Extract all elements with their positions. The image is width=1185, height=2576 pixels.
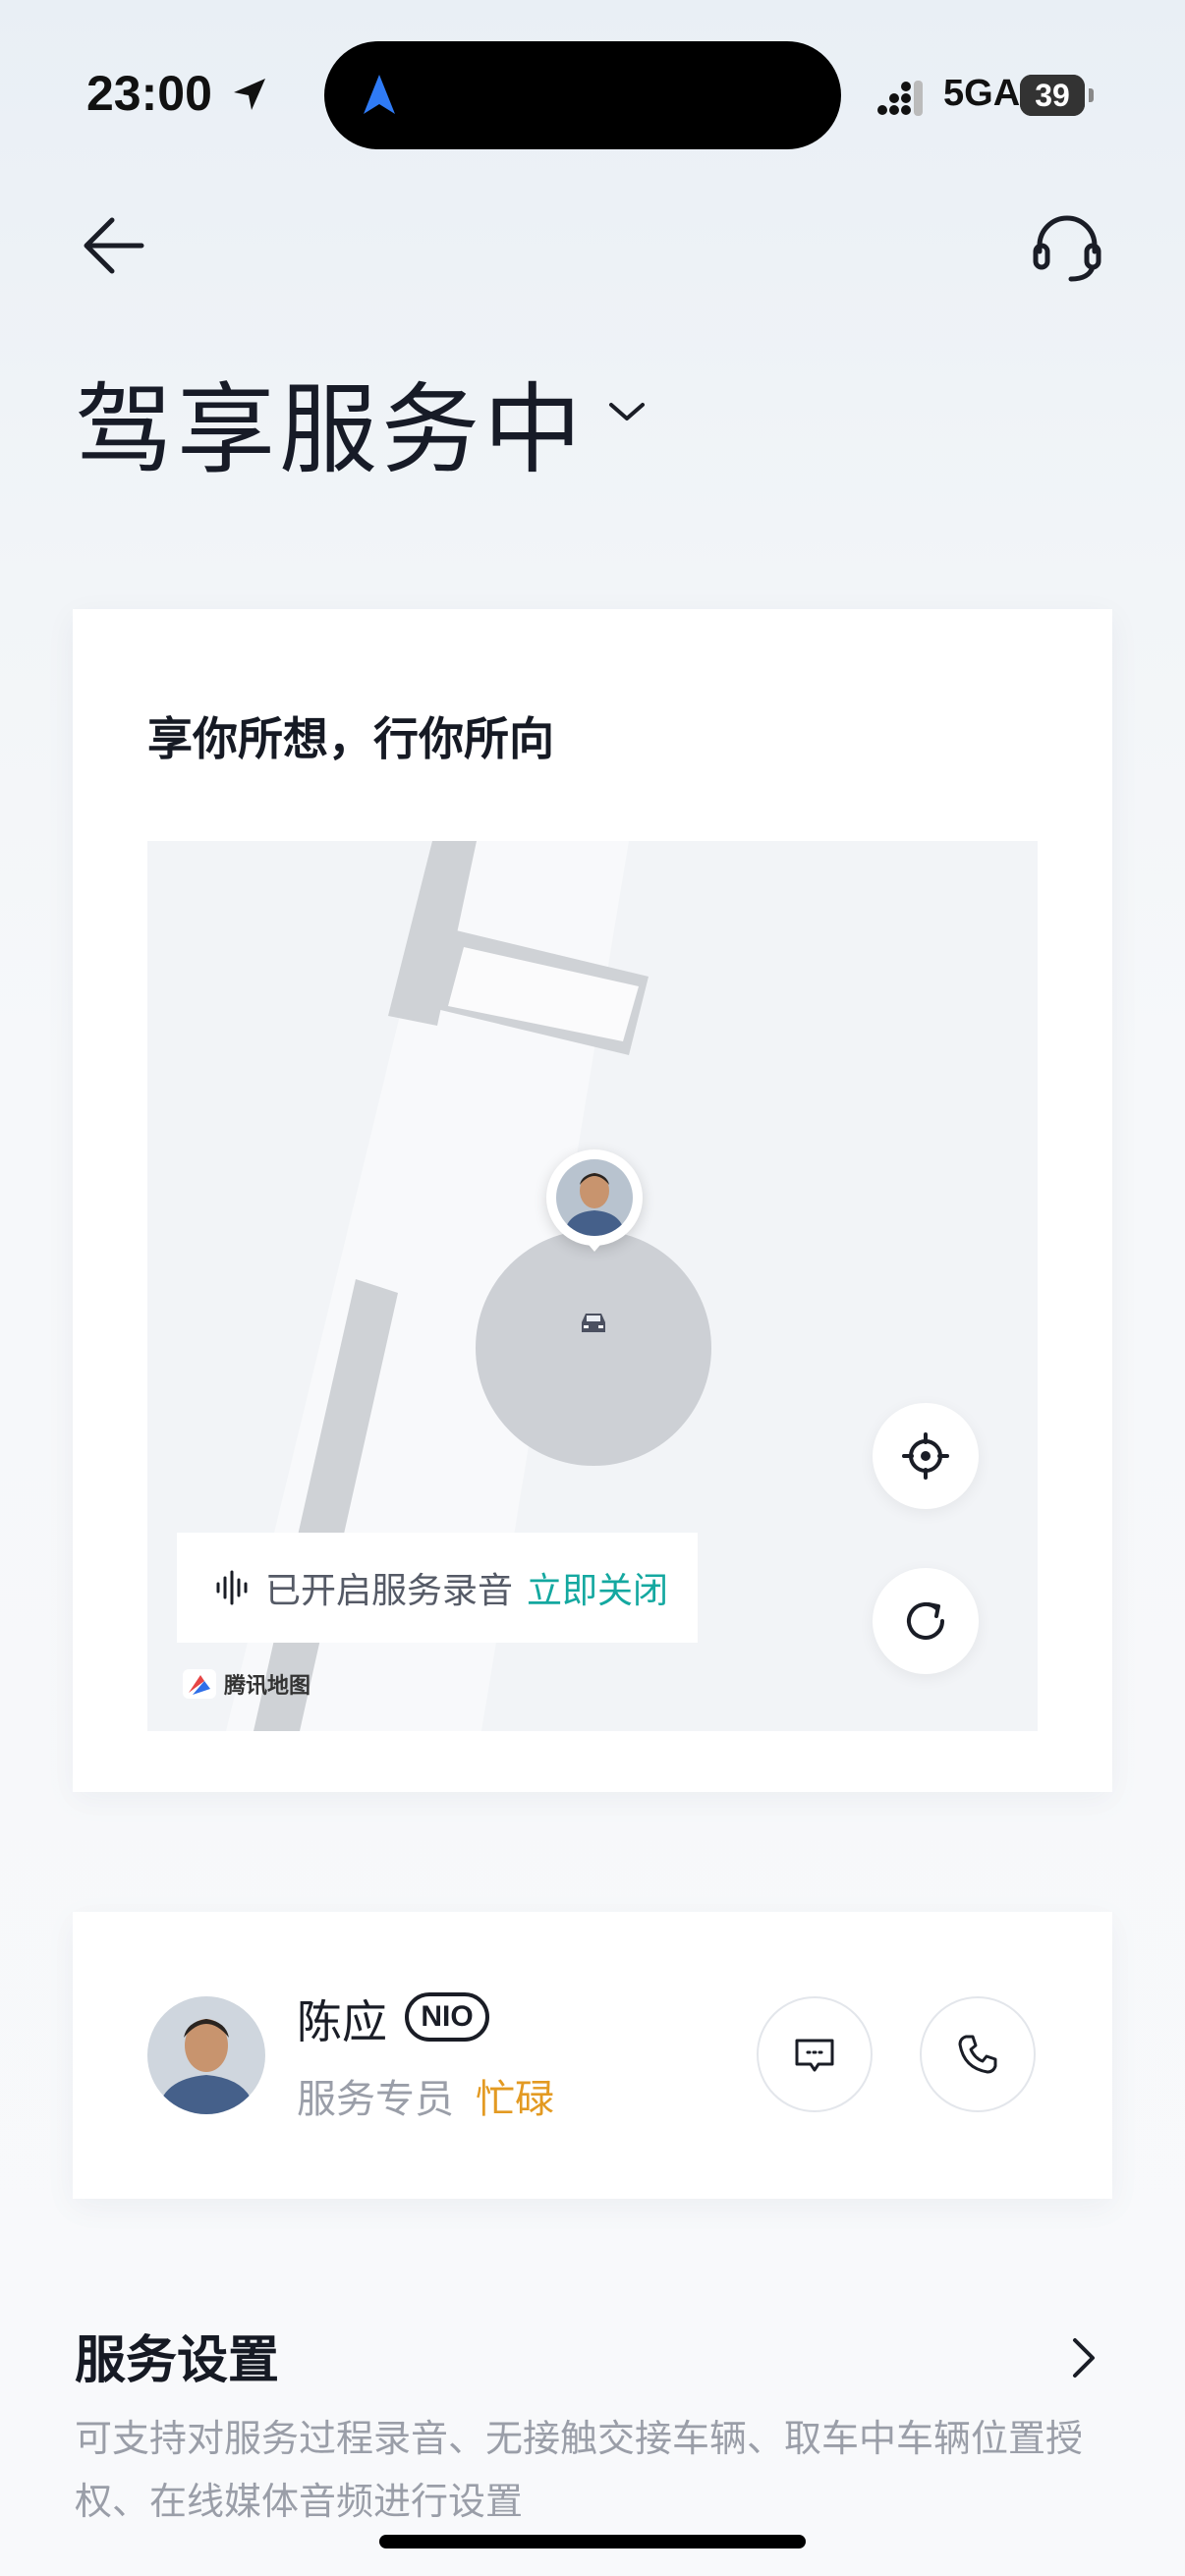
message-icon — [795, 2039, 834, 2072]
tencent-map-icon — [183, 1669, 216, 1699]
network-type: 5GA — [943, 73, 1021, 114]
car-icon — [582, 1314, 605, 1332]
recording-banner: 已开启服务录音 立即关闭 — [177, 1533, 698, 1643]
status-time: 23:00 — [86, 66, 212, 121]
location-arrow-icon — [234, 79, 265, 110]
message-button[interactable] — [757, 1996, 873, 2112]
refresh-icon — [907, 1602, 944, 1640]
call-button[interactable] — [920, 1996, 1036, 2112]
signal-icon — [877, 81, 923, 116]
driver-range-circle — [476, 1230, 711, 1466]
battery-level: 39 — [1035, 77, 1070, 113]
driver-location-pin[interactable] — [546, 1149, 643, 1246]
map-view[interactable]: 已开启服务录音 立即关闭 腾讯地图 — [147, 841, 1038, 1731]
staff-status: 忙碌 — [476, 2077, 554, 2122]
pin-tail — [583, 1238, 606, 1252]
navigation-icon — [364, 75, 395, 114]
staff-role: 服务专员 — [297, 2077, 454, 2122]
map-card: 享你所想，行你所向 已开启服务录音 立即关闭 腾讯地图 — [73, 609, 1112, 1792]
dynamic-island — [324, 41, 841, 149]
battery-indicator: 39 — [1020, 75, 1085, 116]
battery-nub — [1089, 88, 1094, 102]
refresh-button[interactable] — [873, 1568, 979, 1674]
page-title: 驾享服务中 — [75, 372, 586, 487]
map-card-title: 享你所想，行你所向 — [147, 712, 554, 765]
nio-badge: NIO — [405, 1992, 489, 2042]
crosshair-icon — [902, 1432, 949, 1480]
avatar — [147, 1996, 265, 2114]
locate-button[interactable] — [873, 1403, 979, 1509]
service-settings-description: 可支持对服务过程录音、无接触交接车辆、取车中车辆位置授权、在线媒体音频进行设置 — [75, 2417, 1084, 2523]
phone-icon — [958, 2035, 997, 2074]
service-staff-card: 陈应 NIO 服务专员 忙碌 — [73, 1912, 1112, 2199]
home-indicator — [379, 2535, 806, 2548]
sound-wave-icon — [216, 1570, 248, 1605]
back-arrow-icon[interactable] — [79, 210, 149, 281]
map-provider-logo: 腾讯地图 — [183, 1668, 310, 1700]
staff-name: 陈应 — [297, 1995, 387, 2048]
driver-pin-avatar — [556, 1159, 633, 1236]
map-provider-name: 腾讯地图 — [224, 1674, 311, 1699]
headset-icon[interactable] — [1028, 208, 1106, 287]
recording-status-text: 已开启服务录音 — [265, 1571, 514, 1611]
chevron-down-icon[interactable] — [605, 397, 649, 426]
chevron-right-icon[interactable] — [1069, 2336, 1099, 2380]
service-settings-title[interactable]: 服务设置 — [75, 2319, 279, 2392]
close-recording-link[interactable]: 立即关闭 — [527, 1562, 668, 1613]
